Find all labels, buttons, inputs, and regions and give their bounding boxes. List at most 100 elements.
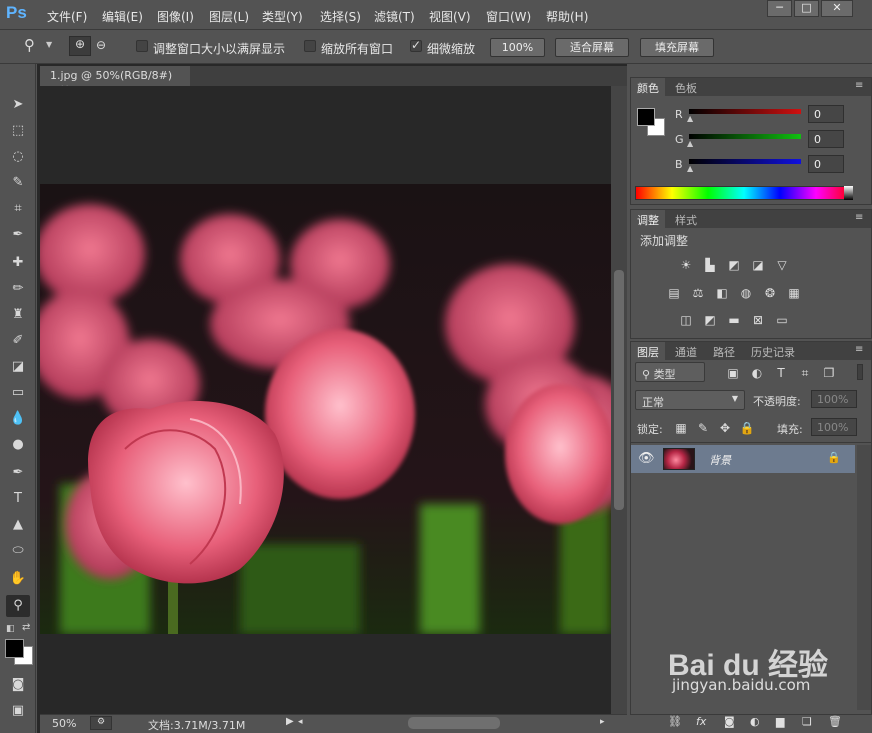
zoom-tool-icon[interactable]: ⚲ bbox=[24, 36, 35, 54]
filter-toggle-switch[interactable] bbox=[857, 364, 863, 380]
dodge-tool-icon[interactable]: ● bbox=[6, 434, 30, 456]
zoom-out-icon[interactable]: ⊖ bbox=[96, 38, 106, 52]
new-group-icon[interactable]: ▆ bbox=[776, 715, 784, 728]
color-lookup-icon[interactable]: ▦ bbox=[786, 286, 802, 300]
exposure-icon[interactable]: ◪ bbox=[750, 258, 766, 272]
tulip-photo[interactable] bbox=[40, 184, 611, 634]
panel-menu-icon[interactable]: ≡ bbox=[855, 212, 863, 223]
gradient-tool-icon[interactable]: ▭ bbox=[6, 382, 30, 404]
channel-b-slider[interactable] bbox=[689, 159, 801, 164]
marquee-tool-icon[interactable]: ⬚ bbox=[6, 120, 30, 142]
menu-edit[interactable]: 编辑(E) bbox=[102, 8, 143, 25]
opacity-value[interactable]: 100% bbox=[811, 390, 857, 408]
channel-g-slider[interactable] bbox=[689, 134, 801, 139]
curves-icon[interactable]: ◩ bbox=[726, 258, 742, 272]
eyedropper-tool-icon[interactable]: ✒ bbox=[6, 224, 30, 246]
menu-view[interactable]: 视图(V) bbox=[429, 8, 471, 25]
filter-pixel-icon[interactable]: ▣ bbox=[725, 366, 741, 380]
zoom-in-icon[interactable]: ⊕ bbox=[69, 36, 91, 56]
scroll-right-arrow-icon[interactable]: ▸ bbox=[600, 717, 605, 727]
filter-smart-object-icon[interactable]: ❐ bbox=[821, 366, 837, 380]
filter-shape-icon[interactable]: ⌗ bbox=[797, 366, 813, 380]
channel-b-value[interactable]: 0 bbox=[808, 155, 844, 173]
layer-style-icon[interactable]: fx bbox=[696, 715, 706, 728]
close-window-button[interactable]: ✕ bbox=[821, 0, 853, 17]
selective-color-icon[interactable]: ⊠ bbox=[750, 313, 766, 327]
healing-brush-tool-icon[interactable]: ✚ bbox=[6, 252, 30, 274]
tab-history[interactable]: 历史记录 bbox=[745, 342, 801, 360]
fill-screen-button[interactable]: 填充屏幕 bbox=[640, 38, 714, 57]
menu-filter[interactable]: 滤镜(T) bbox=[374, 8, 415, 25]
black-white-icon[interactable]: ◧ bbox=[714, 286, 730, 300]
vertical-scroll-thumb[interactable] bbox=[614, 270, 624, 510]
menu-file[interactable]: 文件(F) bbox=[47, 8, 87, 25]
panel-menu-icon[interactable]: ≡ bbox=[855, 344, 863, 355]
minimize-button[interactable]: ─ bbox=[767, 0, 792, 17]
tab-styles[interactable]: 样式 bbox=[669, 210, 703, 228]
blend-mode-select[interactable]: 正常 ▼ bbox=[635, 390, 745, 410]
scroll-left-arrow-icon[interactable]: ◂ bbox=[298, 717, 303, 727]
document-tab[interactable]: 1.jpg @ 50%(RGB/8#) × bbox=[40, 66, 190, 95]
layers-scrollbar[interactable] bbox=[857, 445, 871, 710]
lock-position-icon[interactable]: ✥ bbox=[717, 421, 733, 435]
history-brush-tool-icon[interactable]: ✐ bbox=[6, 330, 30, 352]
status-info-icon[interactable]: ⚙ bbox=[90, 716, 112, 730]
hue-saturation-icon[interactable]: ▤ bbox=[666, 286, 682, 300]
tab-channels[interactable]: 通道 bbox=[669, 342, 703, 360]
tab-adjustments[interactable]: 调整 bbox=[631, 210, 665, 228]
layer-filter-kind[interactable]: ⚲ 类型 bbox=[635, 362, 705, 382]
black-white-ramp[interactable] bbox=[844, 186, 853, 200]
restore-button[interactable]: □ bbox=[794, 0, 819, 17]
channel-r-slider[interactable] bbox=[689, 109, 801, 114]
swap-colors-icon[interactable]: ⇄ bbox=[22, 622, 30, 633]
delete-layer-icon[interactable]: 🗑 bbox=[828, 715, 842, 728]
ellipse-tool-icon[interactable]: ⬭ bbox=[6, 540, 30, 562]
hand-tool-icon[interactable]: ✋ bbox=[6, 568, 30, 590]
threshold-icon[interactable]: ▬ bbox=[726, 313, 742, 327]
crop-tool-icon[interactable]: ⌗ bbox=[6, 198, 30, 220]
channel-g-thumb-icon[interactable]: ▲ bbox=[687, 139, 693, 148]
link-layers-icon[interactable]: ⛓ bbox=[668, 715, 682, 728]
layer-lock-icon[interactable]: 🔒 bbox=[827, 451, 841, 464]
lock-transparent-icon[interactable]: ▦ bbox=[673, 421, 689, 435]
horizontal-scroll-thumb[interactable] bbox=[408, 717, 500, 729]
channel-b-thumb-icon[interactable]: ▲ bbox=[687, 164, 693, 173]
filter-type-icon[interactable]: T bbox=[773, 366, 789, 380]
menu-window[interactable]: 窗口(W) bbox=[486, 8, 531, 25]
lasso-tool-icon[interactable]: ◌ bbox=[6, 146, 30, 168]
gradient-map-icon[interactable]: ▭ bbox=[774, 313, 790, 327]
photo-filter-icon[interactable]: ◍ bbox=[738, 286, 754, 300]
layer-name[interactable]: 背景 bbox=[709, 452, 731, 468]
new-adjustment-layer-icon[interactable]: ◐ bbox=[750, 715, 760, 728]
foreground-color-swatch[interactable] bbox=[5, 639, 24, 658]
scrubby-zoom-checkbox[interactable] bbox=[410, 38, 422, 52]
actual-pixels-button[interactable]: 100% bbox=[490, 38, 545, 57]
layer-visibility-eye-icon[interactable]: 👁 bbox=[638, 451, 655, 466]
brush-tool-icon[interactable]: ✏ bbox=[6, 278, 30, 300]
default-colors-icon[interactable]: ◧ bbox=[6, 624, 15, 634]
tool-preset-chevron-icon[interactable]: ▼ bbox=[46, 40, 52, 49]
zoom-all-checkbox[interactable] bbox=[304, 40, 316, 52]
menu-select[interactable]: 选择(S) bbox=[320, 8, 361, 25]
invert-icon[interactable]: ◫ bbox=[678, 313, 694, 327]
move-tool-icon[interactable]: ➤ bbox=[6, 94, 30, 116]
clone-stamp-tool-icon[interactable]: ♜ bbox=[6, 304, 30, 326]
vibrance-icon[interactable]: ▽ bbox=[774, 258, 790, 272]
resize-windows-checkbox[interactable] bbox=[136, 40, 148, 52]
channel-g-value[interactable]: 0 bbox=[808, 130, 844, 148]
menu-layer[interactable]: 图层(L) bbox=[209, 8, 249, 25]
zoom-tool-icon[interactable]: ⚲ bbox=[6, 595, 30, 617]
add-mask-icon[interactable]: ◙ bbox=[724, 715, 735, 728]
zoom-level[interactable]: 50% bbox=[52, 717, 76, 730]
channel-mixer-icon[interactable]: ❂ bbox=[762, 286, 778, 300]
layer-row[interactable]: 👁 背景 🔒 bbox=[631, 445, 855, 473]
channel-r-value[interactable]: 0 bbox=[808, 105, 844, 123]
screen-mode-icon[interactable]: ▣ bbox=[6, 700, 30, 722]
posterize-icon[interactable]: ◩ bbox=[702, 313, 718, 327]
panel-menu-icon[interactable]: ≡ bbox=[855, 80, 863, 91]
menu-help[interactable]: 帮助(H) bbox=[546, 8, 588, 25]
tab-swatches[interactable]: 色板 bbox=[669, 78, 703, 96]
lock-image-icon[interactable]: ✎ bbox=[695, 421, 711, 435]
menu-type[interactable]: 类型(Y) bbox=[262, 8, 303, 25]
tab-color[interactable]: 颜色 bbox=[631, 78, 665, 96]
